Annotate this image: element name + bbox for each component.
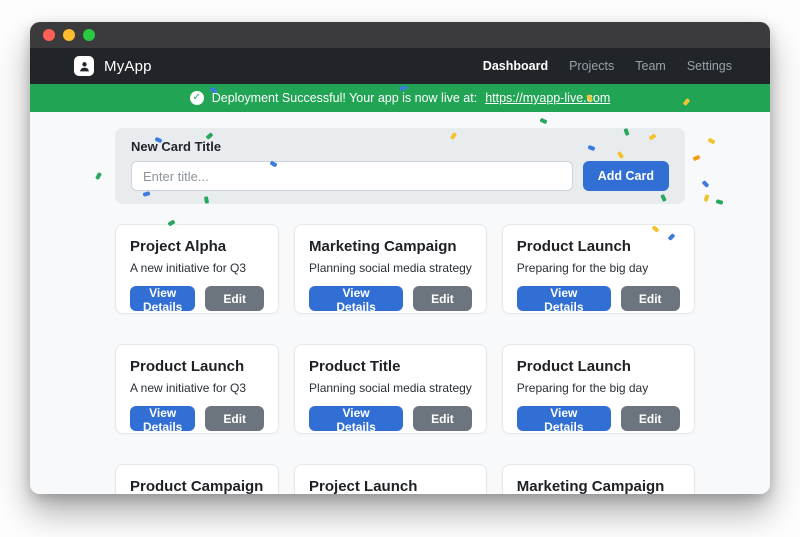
card-product-title: Product Title Planning social media stra… bbox=[294, 344, 487, 434]
card-product-campaign: Product Campaign A new initiative for Q3… bbox=[115, 464, 279, 494]
edit-button[interactable]: Edit bbox=[621, 286, 680, 311]
card-description: Preparing for the big day bbox=[517, 381, 680, 395]
view-details-button[interactable]: View Details bbox=[130, 406, 195, 431]
deployment-link[interactable]: https://myapp-live.com bbox=[485, 91, 610, 105]
edit-button[interactable]: Edit bbox=[205, 286, 264, 311]
card-title: Marketing Campaign bbox=[517, 478, 680, 494]
nav-item-settings[interactable]: Settings bbox=[687, 59, 732, 73]
person-icon bbox=[74, 56, 94, 76]
main-content: New Card Title Add Card Project Alpha A … bbox=[30, 112, 770, 494]
zoom-window-button[interactable] bbox=[83, 29, 95, 41]
card-title: Project Launch bbox=[309, 478, 472, 494]
card-marketing-campaign-2: Marketing Campaign Planning social media… bbox=[502, 464, 695, 494]
minimize-window-button[interactable] bbox=[63, 29, 75, 41]
card-title: Marketing Campaign bbox=[309, 238, 472, 255]
banner-message: Deployment Successful! Your app is now l… bbox=[212, 91, 477, 105]
view-details-button[interactable]: View Details bbox=[517, 286, 611, 311]
card-product-launch-3: Product Launch Preparing for the big day… bbox=[502, 344, 695, 434]
card-title: Product Launch bbox=[517, 358, 680, 375]
card-title: Project Alpha bbox=[130, 238, 264, 255]
view-details-button[interactable]: View Details bbox=[517, 406, 611, 431]
card-description: Planning social media strategy bbox=[309, 261, 472, 275]
edit-button[interactable]: Edit bbox=[413, 406, 472, 431]
card-title: Product Campaign bbox=[130, 478, 264, 494]
nav-items: Dashboard Projects Team Settings bbox=[483, 59, 732, 73]
nav-item-dashboard[interactable]: Dashboard bbox=[483, 59, 548, 73]
brand-name: MyApp bbox=[104, 58, 152, 75]
card-description: Preparing for the big day bbox=[517, 261, 680, 275]
card-title: Product Title bbox=[309, 358, 472, 375]
add-card-form: New Card Title Add Card bbox=[115, 128, 685, 204]
add-card-button[interactable]: Add Card bbox=[583, 161, 669, 191]
close-window-button[interactable] bbox=[43, 29, 55, 41]
card-title: Product Launch bbox=[130, 358, 264, 375]
cards-grid: Project Alpha A new initiative for Q3 Vi… bbox=[115, 224, 685, 494]
edit-button[interactable]: Edit bbox=[621, 406, 680, 431]
card-marketing-campaign: Marketing Campaign Planning social media… bbox=[294, 224, 487, 314]
card-product-launch-2: Product Launch A new initiative for Q3 V… bbox=[115, 344, 279, 434]
card-description: A new initiative for Q3 bbox=[130, 381, 264, 395]
edit-button[interactable]: Edit bbox=[413, 286, 472, 311]
card-product-launch: Product Launch Preparing for the big day… bbox=[502, 224, 695, 314]
card-title: Product Launch bbox=[517, 238, 680, 255]
card-title-input[interactable] bbox=[131, 161, 573, 191]
window-titlebar bbox=[30, 22, 770, 48]
card-description: A new initiative for Q3 bbox=[130, 261, 264, 275]
view-details-button[interactable]: View Details bbox=[309, 406, 403, 431]
card-project-alpha: Project Alpha A new initiative for Q3 Vi… bbox=[115, 224, 279, 314]
view-details-button[interactable]: View Details bbox=[309, 286, 403, 311]
new-card-title-label: New Card Title bbox=[131, 139, 669, 154]
check-circle-icon: ✓ bbox=[190, 91, 204, 105]
edit-button[interactable]: Edit bbox=[205, 406, 264, 431]
app-window: MyApp Dashboard Projects Team Settings ✓… bbox=[30, 22, 770, 494]
navbar: MyApp Dashboard Projects Team Settings bbox=[30, 48, 770, 84]
nav-item-team[interactable]: Team bbox=[635, 59, 666, 73]
nav-item-projects[interactable]: Projects bbox=[569, 59, 614, 73]
view-details-button[interactable]: View Details bbox=[130, 286, 195, 311]
success-banner: ✓ Deployment Successful! Your app is now… bbox=[30, 84, 770, 112]
brand[interactable]: MyApp bbox=[74, 56, 152, 76]
card-project-launch: Project Launch Planning social media str… bbox=[294, 464, 487, 494]
card-description: Planning social media strategy bbox=[309, 381, 472, 395]
